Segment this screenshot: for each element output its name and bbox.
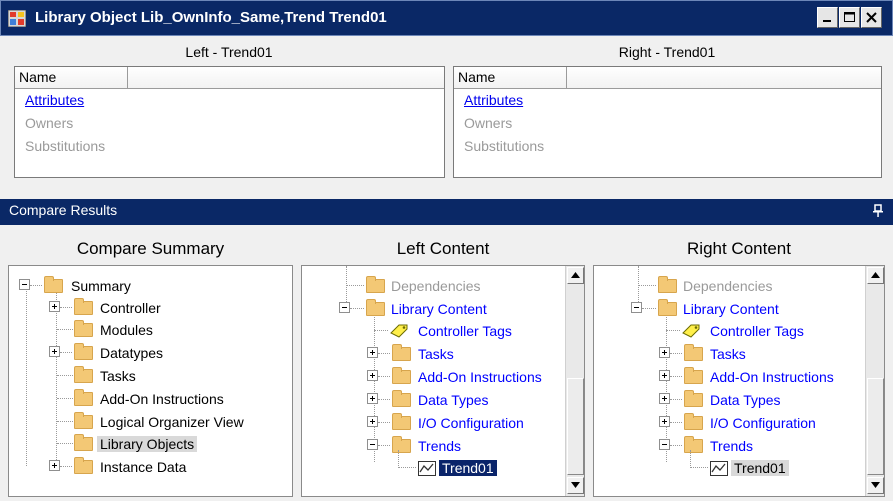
arrow-down-icon — [871, 482, 880, 488]
pin-icon[interactable] — [873, 204, 883, 218]
left-attributes-list[interactable]: Name Attributes Owners Substitutions — [14, 66, 445, 178]
scroll-down-button[interactable] — [567, 477, 584, 494]
list-item-attributes[interactable]: Attributes — [454, 89, 881, 112]
scroll-thumb[interactable] — [867, 378, 884, 475]
collapse-icon[interactable] — [659, 439, 670, 450]
expand-icon[interactable] — [49, 460, 60, 471]
folder-icon — [74, 343, 93, 360]
folder-icon — [366, 276, 385, 293]
compare-summary-heading: Compare Summary — [76, 239, 225, 258]
scroll-down-button[interactable] — [867, 477, 884, 494]
minimize-button[interactable] — [817, 7, 838, 28]
folder-icon — [684, 367, 703, 384]
folder-icon — [366, 299, 385, 316]
collapse-icon[interactable] — [631, 302, 642, 313]
list-item-owners: Owners — [25, 115, 74, 131]
name-column-header[interactable]: Name — [454, 67, 567, 88]
expand-icon[interactable] — [367, 416, 378, 427]
empty-column-header — [128, 67, 444, 88]
expand-icon[interactable] — [659, 370, 670, 381]
right-content-tree[interactable]: Dependencies Library Content Controller … — [593, 265, 885, 497]
folder-icon — [392, 413, 411, 430]
scroll-up-button[interactable] — [567, 267, 584, 284]
close-button[interactable] — [861, 7, 882, 28]
arrow-down-icon — [571, 482, 580, 488]
list-item-attributes[interactable]: Attributes — [15, 89, 444, 112]
list-item-owners: Owners — [464, 115, 513, 131]
folder-icon — [658, 299, 677, 316]
close-icon — [866, 12, 877, 23]
right-pane-caption: Right - Trend01 — [618, 44, 716, 60]
collapse-icon[interactable] — [19, 279, 30, 290]
compare-summary-tree[interactable]: Summary Controller Modules Datatypes Tas… — [8, 265, 293, 497]
folder-icon — [684, 344, 703, 361]
folder-icon — [74, 389, 93, 406]
folder-icon — [74, 320, 93, 337]
window-title: Library Object Lib_OwnInfo_Same,Trend Tr… — [35, 9, 387, 26]
scroll-thumb[interactable] — [567, 378, 584, 475]
trend-icon — [418, 461, 436, 476]
expand-icon[interactable] — [49, 346, 60, 357]
compare-results-titlebar: Compare Results — [0, 199, 893, 225]
compare-results-title: Compare Results — [9, 202, 118, 218]
trend-icon — [710, 461, 728, 476]
expand-icon[interactable] — [367, 393, 378, 404]
expand-icon[interactable] — [367, 347, 378, 358]
expand-icon[interactable] — [49, 301, 60, 312]
minimize-icon — [823, 20, 831, 22]
collapse-icon[interactable] — [339, 302, 350, 313]
list-item-substitutions: Substitutions — [25, 138, 106, 154]
folder-icon — [684, 390, 703, 407]
tag-icon — [682, 324, 700, 338]
expand-icon[interactable] — [659, 416, 670, 427]
window-titlebar: Library Object Lib_OwnInfo_Same,Trend Tr… — [0, 0, 893, 36]
folder-icon — [74, 457, 93, 474]
empty-column-header — [567, 67, 881, 88]
expand-icon[interactable] — [367, 370, 378, 381]
folder-icon — [392, 344, 411, 361]
collapse-icon[interactable] — [367, 439, 378, 450]
folder-icon — [658, 276, 677, 293]
left-content-tree[interactable]: Dependencies Library Content Controller … — [301, 265, 585, 497]
expand-icon[interactable] — [659, 347, 670, 358]
folder-icon — [74, 298, 93, 315]
left-pane-caption: Left - Trend01 — [185, 44, 273, 60]
folder-icon — [74, 366, 93, 383]
arrow-up-icon — [571, 272, 580, 278]
folder-icon — [684, 436, 703, 453]
left-content-scrollbar[interactable] — [565, 266, 584, 496]
tag-icon — [390, 324, 408, 338]
left-list-header: Name — [15, 67, 444, 89]
right-attributes-list[interactable]: Name Attributes Owners Substitutions — [453, 66, 882, 178]
app-icon — [8, 10, 26, 27]
maximize-button[interactable] — [839, 7, 860, 28]
arrow-up-icon — [871, 272, 880, 278]
name-column-header[interactable]: Name — [15, 67, 128, 88]
right-content-heading: Right Content — [687, 239, 791, 258]
left-content-heading: Left Content — [396, 239, 490, 258]
folder-icon — [74, 434, 93, 451]
scroll-up-button[interactable] — [867, 267, 884, 284]
folder-icon — [44, 276, 63, 293]
maximize-icon — [844, 12, 855, 22]
folder-icon — [74, 412, 93, 429]
folder-icon — [392, 436, 411, 453]
expand-icon[interactable] — [659, 393, 670, 404]
right-list-header: Name — [454, 67, 881, 89]
folder-icon — [392, 367, 411, 384]
folder-icon — [684, 413, 703, 430]
right-content-scrollbar[interactable] — [865, 266, 884, 496]
list-item-substitutions: Substitutions — [464, 138, 545, 154]
folder-icon — [392, 390, 411, 407]
